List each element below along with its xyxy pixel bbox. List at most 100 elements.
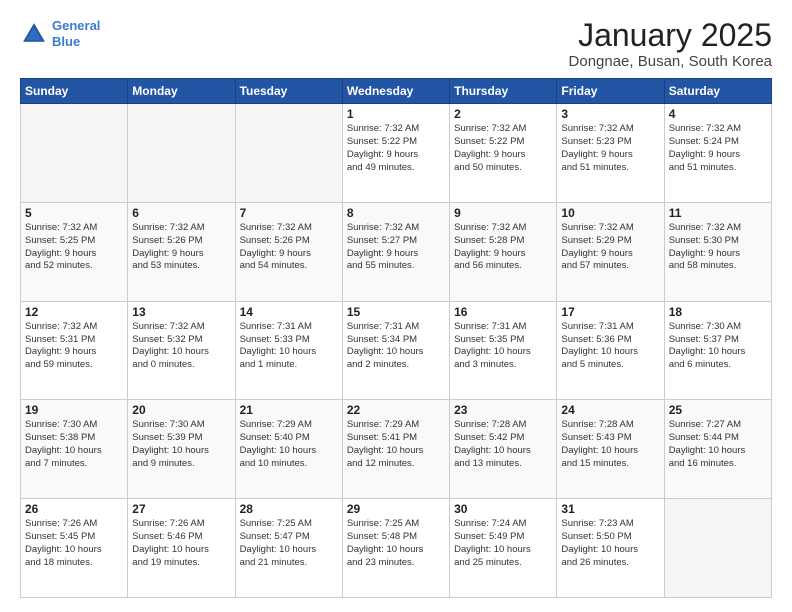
day-info: Sunrise: 7:32 AM Sunset: 5:29 PM Dayligh… bbox=[561, 222, 659, 273]
table-cell: 19 Sunrise: 7:30 AM Sunset: 5:38 PM Dayli… bbox=[21, 400, 128, 499]
day-info: Sunrise: 7:29 AM Sunset: 5:41 PM Dayligh… bbox=[347, 419, 445, 470]
day-number: 14 bbox=[240, 305, 338, 319]
table-cell: 31 Sunrise: 7:23 AM Sunset: 5:50 PM Dayli… bbox=[557, 499, 664, 598]
day-number: 16 bbox=[454, 305, 552, 319]
logo-text: General Blue bbox=[52, 18, 100, 49]
table-cell: 27Sunrise: 7:26 AM Sunset: 5:46 PM Dayli… bbox=[128, 499, 235, 598]
day-number: 30 bbox=[454, 502, 552, 516]
day-number: 10 bbox=[561, 206, 659, 220]
calendar-subtitle: Dongnae, Busan, South Korea bbox=[569, 53, 772, 70]
day-info: Sunrise: 7:30 AM Sunset: 5:38 PM Dayligh… bbox=[25, 419, 123, 470]
day-number: 28 bbox=[240, 502, 338, 516]
day-info: Sunrise: 7:31 AM Sunset: 5:33 PM Dayligh… bbox=[240, 321, 338, 372]
table-cell: 22Sunrise: 7:29 AM Sunset: 5:41 PM Dayli… bbox=[342, 400, 449, 499]
col-friday: Friday bbox=[557, 79, 664, 104]
day-info: Sunrise: 7:32 AM Sunset: 5:26 PM Dayligh… bbox=[240, 222, 338, 273]
table-cell: 2Sunrise: 7:32 AM Sunset: 5:22 PM Daylig… bbox=[450, 104, 557, 203]
calendar-title: January 2025 bbox=[569, 18, 772, 53]
header: General Blue January 2025 Dongnae, Busan… bbox=[20, 18, 772, 70]
day-info: Sunrise: 7:30 AM Sunset: 5:37 PM Dayligh… bbox=[669, 321, 767, 372]
day-info: Sunrise: 7:27 AM Sunset: 5:44 PM Dayligh… bbox=[669, 419, 767, 470]
day-info: Sunrise: 7:31 AM Sunset: 5:36 PM Dayligh… bbox=[561, 321, 659, 372]
table-cell: 3Sunrise: 7:32 AM Sunset: 5:23 PM Daylig… bbox=[557, 104, 664, 203]
col-tuesday: Tuesday bbox=[235, 79, 342, 104]
table-cell: 4 Sunrise: 7:32 AM Sunset: 5:24 PM Daylig… bbox=[664, 104, 771, 203]
day-info: Sunrise: 7:32 AM Sunset: 5:26 PM Dayligh… bbox=[132, 222, 230, 273]
day-info: Sunrise: 7:32 AM Sunset: 5:28 PM Dayligh… bbox=[454, 222, 552, 273]
day-number: 19 bbox=[25, 403, 123, 417]
col-monday: Monday bbox=[128, 79, 235, 104]
col-wednesday: Wednesday bbox=[342, 79, 449, 104]
week-row-2: 5 Sunrise: 7:32 AM Sunset: 5:25 PM Daylig… bbox=[21, 202, 772, 301]
day-info: Sunrise: 7:31 AM Sunset: 5:35 PM Dayligh… bbox=[454, 321, 552, 372]
day-number: 24 bbox=[561, 403, 659, 417]
table-cell: 21 Sunrise: 7:29 AM Sunset: 5:40 PM Dayli… bbox=[235, 400, 342, 499]
table-cell: 25Sunrise: 7:27 AM Sunset: 5:44 PM Dayli… bbox=[664, 400, 771, 499]
day-number: 20 bbox=[132, 403, 230, 417]
week-row-4: 19 Sunrise: 7:30 AM Sunset: 5:38 PM Dayli… bbox=[21, 400, 772, 499]
week-row-1: 1 Sunrise: 7:32 AM Sunset: 5:22 PM Daylig… bbox=[21, 104, 772, 203]
header-row: Sunday Monday Tuesday Wednesday Thursday… bbox=[21, 79, 772, 104]
day-info: Sunrise: 7:32 AM Sunset: 5:30 PM Dayligh… bbox=[669, 222, 767, 273]
day-info: Sunrise: 7:23 AM Sunset: 5:50 PM Dayligh… bbox=[561, 518, 659, 569]
day-info: Sunrise: 7:26 AM Sunset: 5:46 PM Dayligh… bbox=[132, 518, 230, 569]
table-cell: 10 Sunrise: 7:32 AM Sunset: 5:29 PM Dayli… bbox=[557, 202, 664, 301]
col-saturday: Saturday bbox=[664, 79, 771, 104]
day-info: Sunrise: 7:32 AM Sunset: 5:22 PM Dayligh… bbox=[347, 123, 445, 174]
day-number: 7 bbox=[240, 206, 338, 220]
day-number: 31 bbox=[561, 502, 659, 516]
day-number: 1 bbox=[347, 107, 445, 121]
day-number: 23 bbox=[454, 403, 552, 417]
day-number: 21 bbox=[240, 403, 338, 417]
table-cell bbox=[128, 104, 235, 203]
day-info: Sunrise: 7:26 AM Sunset: 5:45 PM Dayligh… bbox=[25, 518, 123, 569]
day-info: Sunrise: 7:32 AM Sunset: 5:32 PM Dayligh… bbox=[132, 321, 230, 372]
day-info: Sunrise: 7:24 AM Sunset: 5:49 PM Dayligh… bbox=[454, 518, 552, 569]
logo-icon bbox=[20, 20, 48, 48]
logo-line1: General bbox=[52, 18, 100, 33]
page: General Blue January 2025 Dongnae, Busan… bbox=[0, 0, 792, 612]
day-info: Sunrise: 7:28 AM Sunset: 5:42 PM Dayligh… bbox=[454, 419, 552, 470]
day-info: Sunrise: 7:32 AM Sunset: 5:24 PM Dayligh… bbox=[669, 123, 767, 174]
table-cell bbox=[664, 499, 771, 598]
day-number: 29 bbox=[347, 502, 445, 516]
table-cell: 15 Sunrise: 7:31 AM Sunset: 5:34 PM Dayli… bbox=[342, 301, 449, 400]
col-thursday: Thursday bbox=[450, 79, 557, 104]
table-cell: 23 Sunrise: 7:28 AM Sunset: 5:42 PM Dayli… bbox=[450, 400, 557, 499]
week-row-3: 12Sunrise: 7:32 AM Sunset: 5:31 PM Dayli… bbox=[21, 301, 772, 400]
day-number: 26 bbox=[25, 502, 123, 516]
day-number: 5 bbox=[25, 206, 123, 220]
table-cell: 13 Sunrise: 7:32 AM Sunset: 5:32 PM Dayli… bbox=[128, 301, 235, 400]
day-info: Sunrise: 7:32 AM Sunset: 5:25 PM Dayligh… bbox=[25, 222, 123, 273]
day-number: 15 bbox=[347, 305, 445, 319]
day-info: Sunrise: 7:29 AM Sunset: 5:40 PM Dayligh… bbox=[240, 419, 338, 470]
table-cell: 12Sunrise: 7:32 AM Sunset: 5:31 PM Dayli… bbox=[21, 301, 128, 400]
day-info: Sunrise: 7:32 AM Sunset: 5:27 PM Dayligh… bbox=[347, 222, 445, 273]
table-cell: 16 Sunrise: 7:31 AM Sunset: 5:35 PM Dayli… bbox=[450, 301, 557, 400]
day-number: 13 bbox=[132, 305, 230, 319]
table-cell: 29 Sunrise: 7:25 AM Sunset: 5:48 PM Dayli… bbox=[342, 499, 449, 598]
day-info: Sunrise: 7:31 AM Sunset: 5:34 PM Dayligh… bbox=[347, 321, 445, 372]
day-info: Sunrise: 7:32 AM Sunset: 5:31 PM Dayligh… bbox=[25, 321, 123, 372]
table-cell: 26 Sunrise: 7:26 AM Sunset: 5:45 PM Dayli… bbox=[21, 499, 128, 598]
day-info: Sunrise: 7:25 AM Sunset: 5:48 PM Dayligh… bbox=[347, 518, 445, 569]
day-info: Sunrise: 7:25 AM Sunset: 5:47 PM Dayligh… bbox=[240, 518, 338, 569]
title-block: January 2025 Dongnae, Busan, South Korea bbox=[569, 18, 772, 70]
day-number: 6 bbox=[132, 206, 230, 220]
day-number: 8 bbox=[347, 206, 445, 220]
day-number: 18 bbox=[669, 305, 767, 319]
table-cell: 20 Sunrise: 7:30 AM Sunset: 5:39 PM Dayli… bbox=[128, 400, 235, 499]
logo-line2: Blue bbox=[52, 34, 80, 49]
table-cell: 28 Sunrise: 7:25 AM Sunset: 5:47 PM Dayli… bbox=[235, 499, 342, 598]
table-cell: 9Sunrise: 7:32 AM Sunset: 5:28 PM Daylig… bbox=[450, 202, 557, 301]
day-number: 4 bbox=[669, 107, 767, 121]
calendar-table: Sunday Monday Tuesday Wednesday Thursday… bbox=[20, 78, 772, 598]
day-info: Sunrise: 7:30 AM Sunset: 5:39 PM Dayligh… bbox=[132, 419, 230, 470]
table-cell: 6 Sunrise: 7:32 AM Sunset: 5:26 PM Daylig… bbox=[128, 202, 235, 301]
table-cell bbox=[235, 104, 342, 203]
table-cell: 18 Sunrise: 7:30 AM Sunset: 5:37 PM Dayli… bbox=[664, 301, 771, 400]
table-cell: 7 Sunrise: 7:32 AM Sunset: 5:26 PM Daylig… bbox=[235, 202, 342, 301]
table-cell: 17Sunrise: 7:31 AM Sunset: 5:36 PM Dayli… bbox=[557, 301, 664, 400]
table-cell: 1 Sunrise: 7:32 AM Sunset: 5:22 PM Daylig… bbox=[342, 104, 449, 203]
day-number: 3 bbox=[561, 107, 659, 121]
